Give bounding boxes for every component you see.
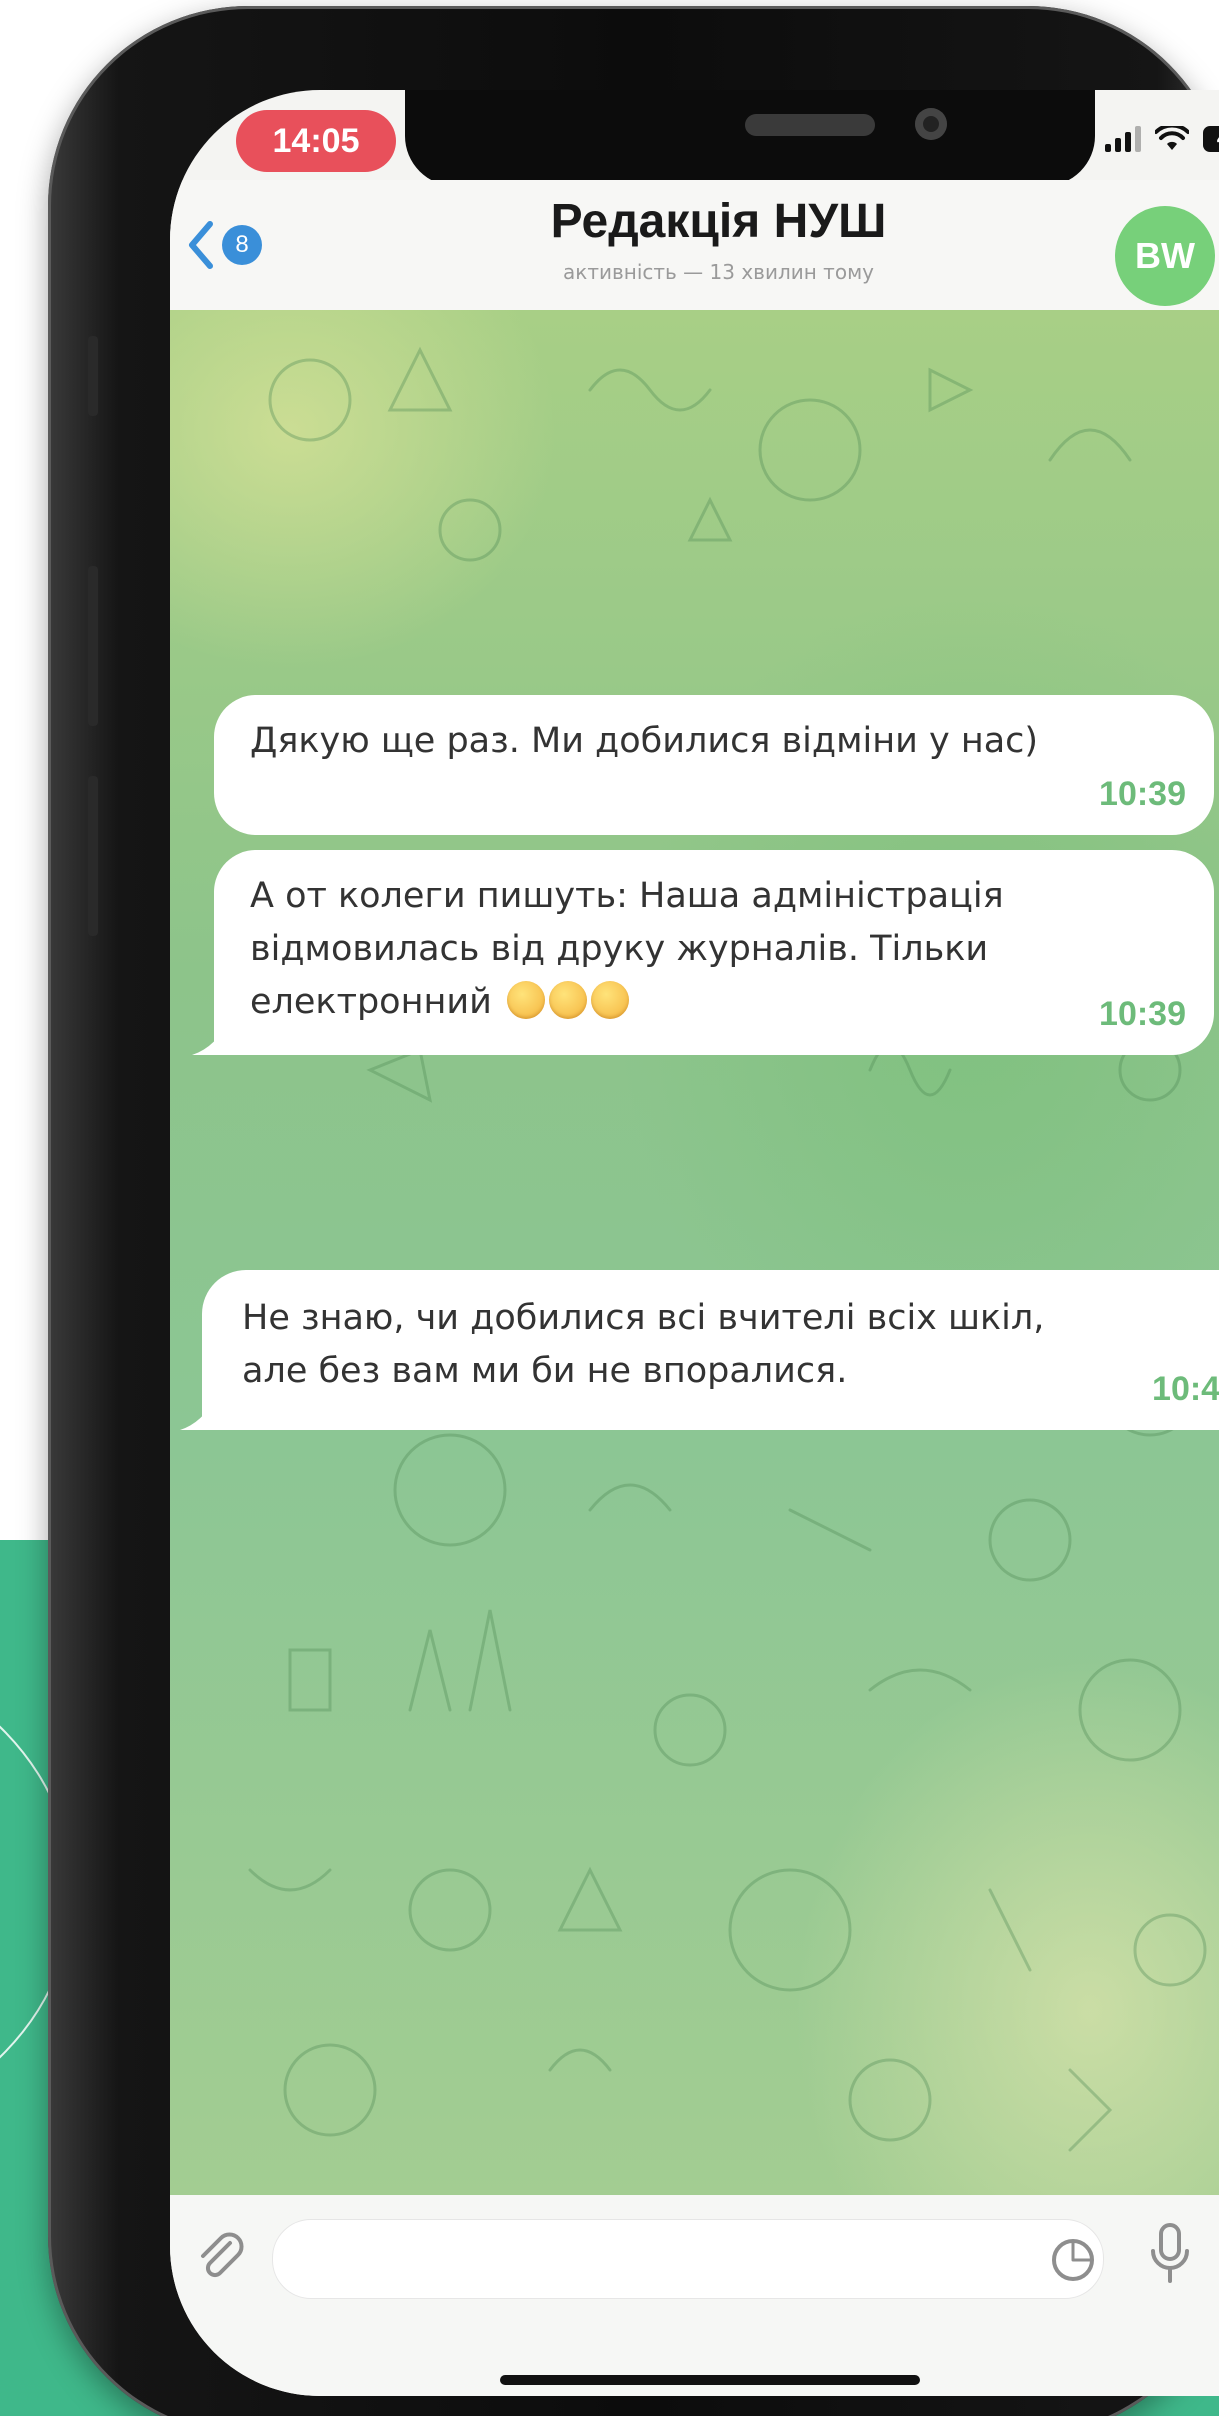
cellular-signal-icon (1105, 126, 1141, 152)
message-text-line-2: відмовилась від друку журналів. Тільки (250, 929, 989, 969)
message-time: 10:39 (1099, 775, 1186, 813)
message-text-line-1: Не знаю, чи добилися всі вчителі всіх шк… (242, 1298, 1045, 1338)
phone-screen: 14:05 49 (170, 90, 1219, 2396)
message-text-line-2: але без вам ми би не впоралися. (242, 1351, 848, 1391)
speaker-grille (745, 114, 875, 136)
chat-header: 8 Редакція НУШ активність — 13 хвилин то… (170, 180, 1219, 310)
message-bubble-2[interactable]: А от колеги пишуть: Наша адміністрація в… (192, 850, 1214, 1055)
message-bubble-1[interactable]: Дякую ще раз. Ми добилися відміни у нас)… (214, 695, 1214, 835)
sticker-icon[interactable] (1050, 2237, 1096, 2283)
smiling-face-emoji-icon (507, 981, 545, 1019)
microphone-icon[interactable] (1145, 2221, 1195, 2287)
message-text-line-3: електронний (250, 976, 1178, 1029)
battery-icon: 49 (1203, 126, 1219, 152)
volume-down-button (88, 776, 98, 936)
smiling-face-emoji-icon (591, 981, 629, 1019)
home-indicator[interactable] (500, 2375, 920, 2385)
chat-title[interactable]: Редакція НУШ (170, 194, 1219, 249)
message-time: 10:40 (1152, 1370, 1219, 1408)
chat-subtitle: активність — 13 хвилин тому (562, 260, 874, 284)
notch (405, 90, 1095, 186)
avatar[interactable]: BW (1115, 206, 1215, 306)
message-input[interactable] (272, 2219, 1104, 2299)
front-camera (915, 108, 947, 140)
bubble-tail (180, 1390, 220, 1430)
message-bubble-3[interactable]: Не знаю, чи добилися всі вчителі всіх шк… (180, 1270, 1219, 1430)
paperclip-icon[interactable] (190, 2225, 248, 2283)
message-text-fragment: електронний (250, 982, 492, 1022)
wifi-icon (1155, 126, 1189, 150)
doodle-pattern (228, 346, 1207, 2152)
volume-up-button (88, 566, 98, 726)
smiling-face-emoji-icon (549, 981, 587, 1019)
message-time: 10:39 (1099, 995, 1186, 1033)
mute-switch (88, 336, 98, 416)
message-text: Дякую ще раз. Ми добилися відміни у нас) (250, 721, 1039, 761)
chat-wallpaper: Дякую ще раз. Ми добилися відміни у нас)… (170, 310, 1219, 2195)
status-indicators: 49 (1105, 126, 1219, 152)
status-time: 14:05 (236, 110, 396, 172)
phone-frame: 14:05 49 (48, 6, 1219, 2416)
message-text-line-1: А от колеги пишуть: Наша адміністрація (250, 876, 1004, 916)
message-composer (170, 2195, 1219, 2396)
page: 14:05 49 (0, 0, 1219, 2416)
bubble-tail (192, 1015, 232, 1055)
status-bar: 14:05 49 (170, 90, 1219, 186)
